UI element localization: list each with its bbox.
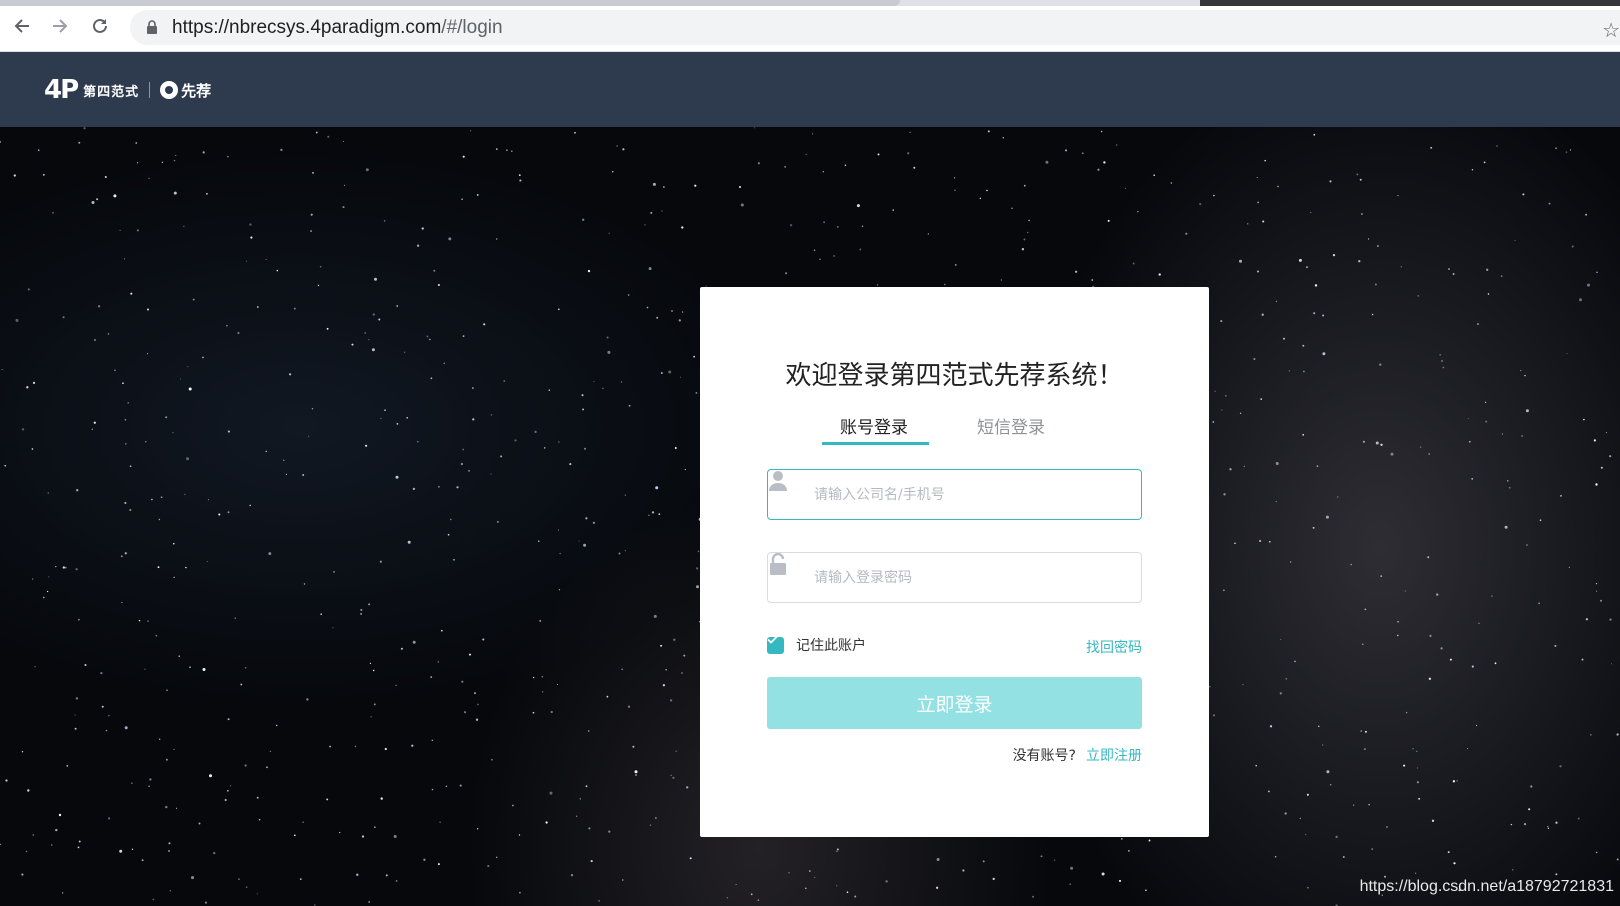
remember-checkbox[interactable] <box>767 635 784 654</box>
back-icon[interactable] <box>10 14 34 38</box>
password-input[interactable] <box>814 553 1134 602</box>
browser-toolbar: https://nbrecsys.4paradigm.com/#/login ☆ <box>0 0 1620 52</box>
url-path: /#/login <box>441 17 503 38</box>
register-row: 没有账号? 立即注册 <box>1013 745 1142 765</box>
starfield-background: 欢迎登录第四范式先荐系统！ 账号登录 短信登录 记住此账户 <box>0 127 1620 906</box>
remember-label: 记住此账户 <box>796 638 866 654</box>
logo-divider <box>149 82 151 98</box>
tab-account-login[interactable]: 账号登录 <box>840 413 908 438</box>
login-card: 欢迎登录第四范式先荐系统！ 账号登录 短信登录 记住此账户 <box>700 287 1209 837</box>
forgot-password-link[interactable]: 找回密码 <box>1086 637 1142 657</box>
password-field[interactable] <box>767 552 1142 603</box>
register-link[interactable]: 立即注册 <box>1086 748 1142 764</box>
url-host: https://nbrecsys.4paradigm.com <box>172 17 442 38</box>
logo-product: 先荐 <box>181 81 212 100</box>
logo-mark: 4P <box>44 75 79 105</box>
tab-strip <box>0 0 1620 6</box>
inactive-tab[interactable] <box>1200 0 1620 6</box>
product-logo-icon <box>160 81 179 99</box>
login-title: 欢迎登录第四范式先荐系统！ <box>785 361 1124 391</box>
username-input[interactable] <box>814 470 1134 519</box>
active-tab[interactable] <box>0 0 900 6</box>
forward-icon[interactable] <box>48 14 72 38</box>
address-bar[interactable]: https://nbrecsys.4paradigm.com/#/login ☆ <box>130 10 1620 45</box>
login-tabs: 账号登录 短信登录 <box>700 413 1209 443</box>
app-header: 4P 第四范式 先荐 <box>0 52 1620 127</box>
logo-company: 第四范式 <box>83 84 140 100</box>
padlock-icon <box>770 553 786 575</box>
url-text[interactable]: https://nbrecsys.4paradigm.com/#/login <box>172 17 503 39</box>
login-button[interactable]: 立即登录 <box>767 677 1142 729</box>
reload-icon[interactable] <box>88 14 112 38</box>
logo[interactable]: 4P 第四范式 先荐 <box>44 72 211 108</box>
bookmark-star-icon[interactable]: ☆ <box>1602 18 1620 42</box>
active-tab-indicator <box>822 442 929 445</box>
watermark: https://blog.csdn.net/a18792721831 <box>1359 878 1614 895</box>
check-icon <box>767 635 778 644</box>
username-field[interactable] <box>767 469 1142 520</box>
remember-account[interactable]: 记住此账户 <box>767 635 866 655</box>
tab-sms-login[interactable]: 短信登录 <box>977 413 1045 438</box>
user-icon <box>769 471 787 491</box>
lock-icon <box>147 20 157 34</box>
no-account-text: 没有账号? <box>1012 748 1076 764</box>
